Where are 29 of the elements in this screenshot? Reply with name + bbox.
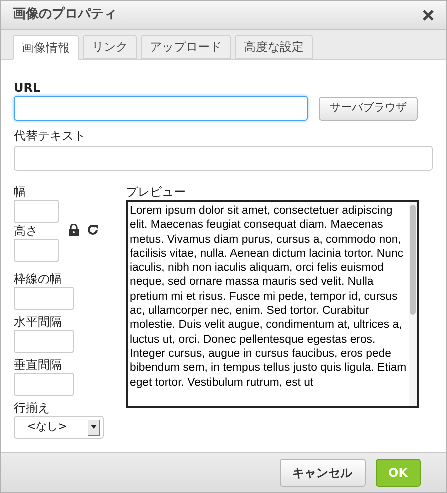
- lock-icon[interactable]: [69, 224, 79, 236]
- alt-text-field[interactable]: [14, 146, 433, 171]
- input-field[interactable]: [14, 287, 74, 310]
- caret-icon: [90, 425, 96, 429]
- field-label: 水平間隔: [14, 314, 63, 330]
- field-label: 代替テキスト: [14, 128, 87, 144]
- close-icon[interactable]: [423, 10, 434, 20]
- url-field[interactable]: [14, 96, 308, 121]
- preview-text: Lorem ipsum dolor sit amet, consectetuer adipiscing elit. Maecenas feugiat consequat diam. Maecenas metus. Vivamus diam purus, cursus a, commodo non, facilisis vitae, nulla. Aenean dictum lacinia tortor. Nunc iaculis, nibh non iaculis aliquam, orci felis euismod neque, sed ornare massa mauris sed velit. Nulla pretium mi et risus. Fusce mi pede, tempor id, cursus ac, ullamcorper nec, enim. Sed tortor. Curabitur molestie. Duis velit augue, condimentum at, ultrices a, luctus ut, orci. Donec pellentesque egestas eros. Integer cursus, augue in cursus faucibus, eros pede bibendum sem, in tempus tellus justo quis ligula. Etiam eget tortor. Vestibulum rutrum, est ut: [129, 204, 408, 391]
- refresh-icon[interactable]: [87, 224, 99, 236]
- align-select[interactable]: <なし>: [14, 416, 104, 439]
- tab[interactable]: 画像情報: [13, 35, 79, 60]
- field-label: 枠線の幅: [14, 271, 63, 287]
- input-field[interactable]: [14, 330, 74, 353]
- field-label: 垂直間隔: [14, 357, 63, 373]
- tab[interactable]: アップロード: [141, 35, 231, 59]
- field-label: プレビュー: [126, 184, 187, 200]
- field-label: 幅: [14, 184, 27, 200]
- cancel-button[interactable]: キャンセル: [280, 458, 366, 486]
- field-label: 行揃え: [14, 400, 51, 416]
- input-field[interactable]: [14, 373, 74, 396]
- tab[interactable]: リンク: [83, 35, 137, 59]
- input-field[interactable]: [14, 239, 59, 262]
- tab[interactable]: 高度な設定: [235, 35, 313, 59]
- input-field[interactable]: [14, 200, 59, 223]
- server-browser-button[interactable]: サーバブラウザ: [319, 96, 418, 120]
- field-label: URL: [14, 80, 42, 96]
- window-title: 画像のプロパティ: [13, 6, 117, 24]
- field-label: 高さ: [14, 223, 39, 239]
